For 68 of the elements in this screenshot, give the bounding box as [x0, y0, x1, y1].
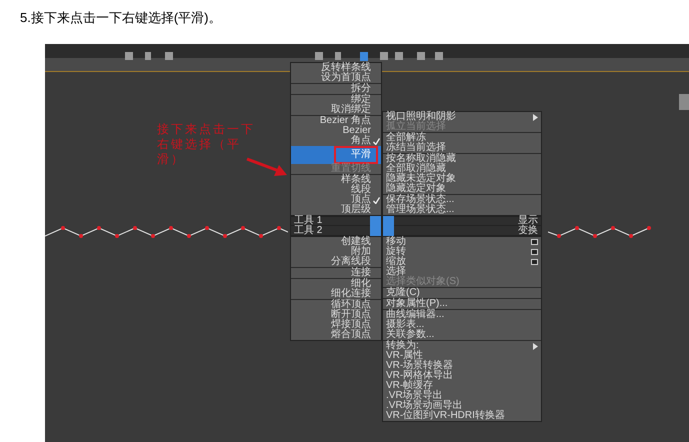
- menu-item[interactable]: 取消绑定: [291, 105, 381, 115]
- menu-item[interactable]: 隐藏选定对象: [383, 184, 541, 194]
- menu-item[interactable]: 关联参数...: [383, 330, 541, 340]
- options-box-icon: [531, 259, 538, 265]
- menu-item[interactable]: 断开顶点: [291, 310, 381, 320]
- viewport-object: [679, 94, 689, 110]
- menu-item[interactable]: 角点: [291, 136, 381, 146]
- menu-item[interactable]: 顶点: [291, 195, 381, 205]
- menu-item[interactable]: 视口照明和阴影: [383, 112, 541, 122]
- menu-item[interactable]: 转换为:: [383, 341, 541, 351]
- check-icon: [372, 196, 380, 204]
- menu-item[interactable]: 循环顶点: [291, 300, 381, 310]
- quad-label: 工具 2: [293, 226, 324, 236]
- quad-center-block: [383, 226, 394, 236]
- submenu-arrow-icon: [533, 114, 538, 120]
- menu-item[interactable]: 管理场景状态...: [383, 205, 541, 215]
- menu-item[interactable]: 拆分: [291, 84, 381, 94]
- menu-item[interactable]: 摄影表...: [383, 320, 541, 330]
- menu-item[interactable]: 全部取消隐藏: [383, 164, 541, 174]
- menu-item[interactable]: 冻结当前选择: [383, 143, 541, 153]
- menu-item[interactable]: 平滑: [291, 146, 381, 164]
- annotation-arrow: [245, 156, 289, 178]
- menu-item[interactable]: 绑定: [291, 95, 381, 105]
- menu-item[interactable]: 选择: [383, 267, 541, 277]
- menu-item[interactable]: 连接: [291, 268, 381, 278]
- menu-item[interactable]: 设为首顶点: [291, 73, 381, 83]
- menu-item[interactable]: 样条线: [291, 175, 381, 185]
- submenu-arrow-icon: [533, 342, 538, 350]
- menu-item[interactable]: Bezier 角点: [291, 116, 381, 126]
- annotation-text: 接下来点击一下右键选择（平滑）: [157, 122, 256, 167]
- menu-item[interactable]: 创建线: [291, 237, 381, 247]
- menu-item[interactable]: VR-网格体导出: [383, 371, 541, 381]
- options-box-icon: [531, 249, 538, 255]
- menu-item[interactable]: 隐藏未选定对象: [383, 174, 541, 184]
- quad-label: 显示: [517, 216, 539, 226]
- menu-item[interactable]: 顶层级: [291, 205, 381, 215]
- menu-item[interactable]: VR-帧缓存: [383, 381, 541, 391]
- menu-item[interactable]: 反转样条线: [291, 63, 381, 73]
- quad-center-block: [383, 216, 394, 226]
- quad-center-block: [370, 226, 381, 236]
- quad-label: 工具 1: [293, 216, 324, 226]
- menu-item[interactable]: 按名称取消隐藏: [383, 154, 541, 164]
- menu-item[interactable]: 对象属性(P)...: [383, 299, 541, 309]
- menu-item[interactable]: .VR场景动画导出: [383, 401, 541, 411]
- menu-item[interactable]: 旋转: [383, 247, 541, 257]
- menu-item[interactable]: .VR场景导出: [383, 391, 541, 401]
- menu-item[interactable]: 缩放: [383, 257, 541, 267]
- menu-item[interactable]: 附加: [291, 247, 381, 257]
- menu-item[interactable]: 全部解冻: [383, 133, 541, 143]
- menu-item[interactable]: 熔合顶点: [291, 330, 381, 340]
- menu-item[interactable]: VR-属性: [383, 351, 541, 361]
- menu-item[interactable]: Bezier: [291, 126, 381, 136]
- menu-item[interactable]: 线段: [291, 185, 381, 195]
- menu-item[interactable]: 分离线段: [291, 257, 381, 267]
- step-heading: 5.接下来点击一下右键选择(平滑)。: [19, 9, 222, 27]
- menu-item[interactable]: 细化: [291, 279, 381, 289]
- menu-item[interactable]: 保存场景状态...: [383, 195, 541, 205]
- menu-item[interactable]: VR-场景转换器: [383, 361, 541, 371]
- check-icon: [372, 138, 380, 144]
- menu-item[interactable]: 细化连接: [291, 289, 381, 299]
- menu-item[interactable]: 克隆(C): [383, 288, 541, 298]
- menu-item[interactable]: 曲线编辑器...: [383, 310, 541, 320]
- menu-item[interactable]: VR-位图到VR-HDRI转换器: [383, 411, 541, 421]
- quad-label: 变换: [517, 226, 539, 236]
- quad-center-block: [370, 216, 381, 226]
- options-box-icon: [531, 239, 538, 245]
- menu-item[interactable]: 移动: [383, 237, 541, 247]
- menu-item[interactable]: 焊接顶点: [291, 320, 381, 330]
